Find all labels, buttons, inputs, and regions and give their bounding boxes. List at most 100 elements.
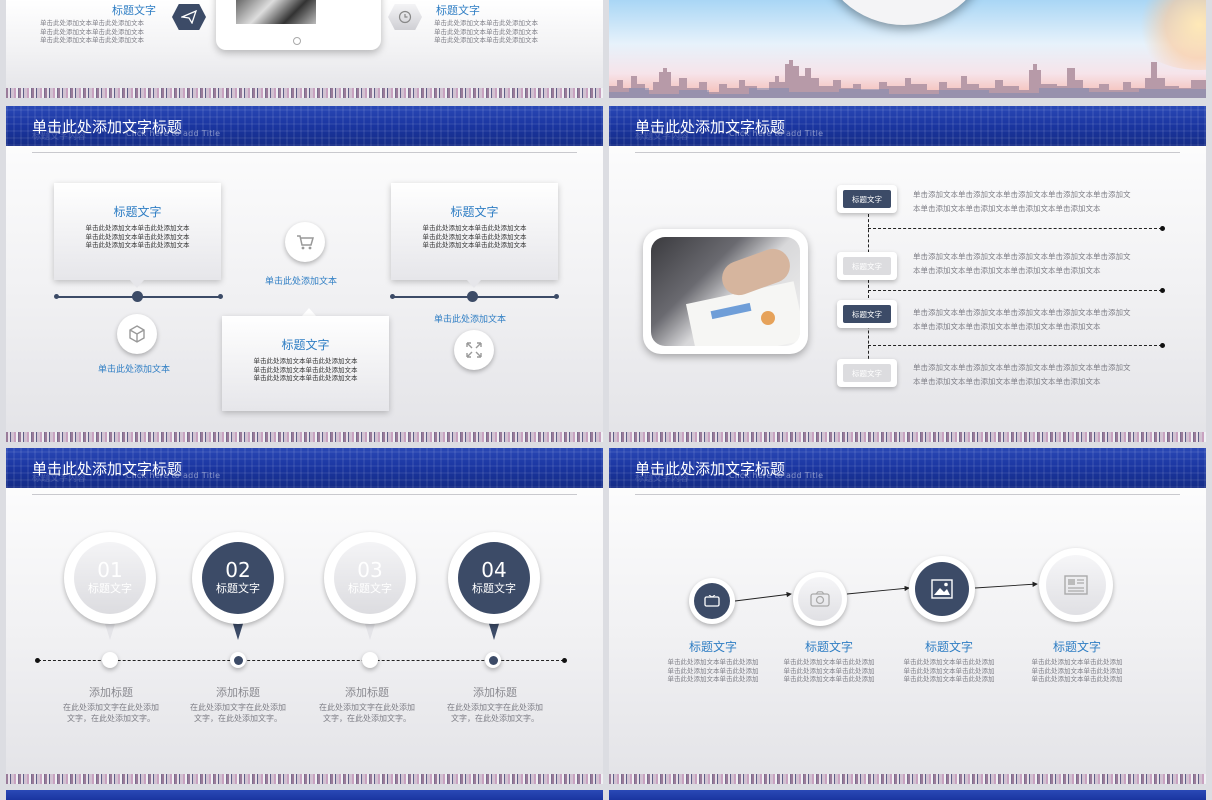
tablet-screen bbox=[236, 0, 316, 24]
city-strip bbox=[609, 774, 1206, 784]
line-end-dot bbox=[218, 294, 223, 299]
icon-label: 单击此处添加文本 bbox=[265, 277, 338, 287]
tablet-home-button bbox=[293, 37, 301, 45]
callout-card-1[interactable]: 标题文字 单击此处添加文本单击此处添加文本 单击此处添加文本单击此处添加文本 单… bbox=[54, 183, 221, 280]
pin-inner: 03 标题文字 bbox=[334, 542, 406, 614]
process-node-1[interactable] bbox=[689, 578, 735, 624]
icon-label: 单击此处添加文本 bbox=[434, 315, 507, 325]
process-title: 标题文字 bbox=[1052, 640, 1101, 654]
card-text: 单击此处添加文本单击此处添加文本 单击此处添加文本单击此处添加文本 单击此处添加… bbox=[85, 224, 190, 249]
step-head: 添加标题 bbox=[345, 686, 389, 699]
pin-2[interactable]: 02 标题文字 bbox=[192, 532, 284, 644]
slide-subtitle: Click here to add Title bbox=[126, 129, 221, 138]
city-strip bbox=[6, 774, 603, 784]
cube-icon bbox=[117, 314, 157, 354]
line-end-dot bbox=[35, 658, 40, 663]
business-photo bbox=[651, 237, 800, 346]
callout-pointer bbox=[467, 280, 481, 288]
step-caption-3: 添加标题 在此处添加文字在此处添加 文字，在此处添加文字。 bbox=[312, 684, 422, 724]
photo-frame bbox=[643, 229, 808, 354]
camera-icon bbox=[798, 577, 842, 621]
step-desc: 在此处添加文字在此处添加 文字，在此处添加文字。 bbox=[319, 703, 415, 723]
list-chip-3[interactable]: 标题文字 bbox=[837, 300, 897, 328]
process-node-3[interactable] bbox=[909, 556, 975, 622]
list-chip-4[interactable]: 标题文字 bbox=[837, 359, 897, 387]
callout-card-3[interactable]: 标题文字 单击此处添加文本单击此处添加文本 单击此处添加文本单击此处添加文本 单… bbox=[391, 183, 558, 280]
slide-top-right[interactable] bbox=[609, 0, 1206, 98]
slide-subtitle: Click here to add Title bbox=[126, 471, 221, 480]
connector-dot bbox=[1160, 226, 1165, 231]
slide-top-left[interactable]: 标题文字 单击此处添加文本单击此处添加文本 单击此处添加文本单击此处添加文本 单… bbox=[6, 0, 603, 98]
baseline-node-core bbox=[233, 655, 243, 665]
process-caption-4: 标题文字 单击此处添加文本单击此处添加 单击此处添加文本单击此处添加 单击此处添… bbox=[1019, 638, 1135, 684]
timeline-node bbox=[467, 291, 478, 302]
line-end-dot bbox=[554, 294, 559, 299]
list-chip-2[interactable]: 标题文字 bbox=[837, 252, 897, 280]
baseline-node bbox=[230, 652, 246, 668]
pin-label: 标题文字 bbox=[216, 582, 260, 595]
process-caption-3: 标题文字 单击此处添加文本单击此处添加 单击此处添加文本单击此处添加 单击此处添… bbox=[891, 638, 1007, 684]
pin-number: 03 bbox=[357, 558, 383, 582]
pin-number: 02 bbox=[225, 558, 251, 582]
pin-inner: 02 标题文字 bbox=[202, 542, 274, 614]
slide-subtitle: Click here to add Title bbox=[729, 129, 824, 138]
process-text: 单击此处添加文本单击此处添加 单击此处添加文本单击此处添加 单击此处添加文本单击… bbox=[783, 658, 875, 683]
step-desc: 在此处添加文字在此处添加 文字，在此处添加文字。 bbox=[447, 703, 543, 723]
pin-4[interactable]: 04 标题文字 bbox=[448, 532, 540, 644]
line-end-dot bbox=[390, 294, 395, 299]
card-text: 单击此处添加文本单击此处添加文本 单击此处添加文本单击此处添加文本 单击此处添加… bbox=[422, 224, 527, 249]
line-end-dot bbox=[562, 658, 567, 663]
photo-chart-orange bbox=[761, 311, 775, 325]
newspaper-icon bbox=[1046, 555, 1106, 615]
card-title: 标题文字 bbox=[450, 205, 499, 219]
baseline-node bbox=[485, 652, 501, 668]
right-title: 标题文字 bbox=[436, 4, 480, 17]
pin-1[interactable]: 01 标题文字 bbox=[64, 532, 156, 644]
city-strip bbox=[6, 88, 603, 98]
baseline-node bbox=[102, 652, 118, 668]
baseline-node-core bbox=[488, 655, 498, 665]
pin-label: 标题文字 bbox=[348, 582, 392, 595]
list-text: 单击添加文本单击添加文本单击添加文本单击添加文本单击添加文 本单击添加文本单击添… bbox=[913, 363, 1131, 386]
process-caption-2: 标题文字 单击此处添加文本单击此处添加 单击此处添加文本单击此处添加 单击此处添… bbox=[771, 638, 887, 684]
step-caption-1: 添加标题 在此处添加文字在此处添加 文字，在此处添加文字。 bbox=[56, 684, 166, 724]
slide-ghost-title: 标题文字内容 bbox=[32, 474, 87, 484]
connector-dot bbox=[1160, 288, 1165, 293]
callout-pointer bbox=[302, 308, 316, 316]
step-caption-2: 添加标题 在此处添加文字在此处添加 文字，在此处添加文字。 bbox=[183, 684, 293, 724]
process-text: 单击此处添加文本单击此处添加 单击此处添加文本单击此处添加 单击此处添加文本单击… bbox=[667, 658, 759, 683]
tablet-frame bbox=[216, 0, 381, 50]
process-title: 标题文字 bbox=[804, 640, 853, 654]
process-node-4[interactable] bbox=[1039, 548, 1113, 622]
city-strip bbox=[6, 432, 603, 442]
connector-line bbox=[868, 214, 869, 374]
cover-circle bbox=[819, 0, 989, 25]
left-title: 标题文字 bbox=[112, 4, 156, 17]
step-head: 添加标题 bbox=[216, 686, 260, 699]
process-caption-1: 标题文字 单击此处添加文本单击此处添加 单击此处添加文本单击此处添加 单击此处添… bbox=[655, 638, 771, 684]
left-text: 单击此处添加文本单击此处添加文本 单击此处添加文本单击此处添加文本 单击此处添加… bbox=[40, 19, 144, 44]
slide-callouts[interactable]: 单击此处添加文字标题 标题文字内容 Click here to add Titl… bbox=[6, 106, 603, 442]
connector-h bbox=[868, 290, 1162, 291]
callout-pointer bbox=[130, 280, 144, 288]
expand-icon bbox=[454, 330, 494, 370]
paper-plane-icon bbox=[172, 4, 206, 30]
slide-process[interactable]: 单击此处添加文字标题 标题文字内容 Click here to add Titl… bbox=[609, 448, 1206, 784]
pin-label: 标题文字 bbox=[88, 582, 132, 595]
pin-label: 标题文字 bbox=[472, 582, 516, 595]
pin-3[interactable]: 03 标题文字 bbox=[324, 532, 416, 644]
list-chip-1[interactable]: 标题文字 bbox=[837, 185, 897, 213]
list-text: 单击添加文本单击添加文本单击添加文本单击添加文本单击添加文 本单击添加文本单击添… bbox=[913, 252, 1131, 275]
card-title: 标题文字 bbox=[113, 205, 162, 219]
step-caption-4: 添加标题 在此处添加文字在此处添加 文字，在此处添加文字。 bbox=[440, 684, 550, 724]
title-rule bbox=[635, 152, 1180, 153]
city-skyline bbox=[609, 60, 1206, 98]
slide-photo-list[interactable]: 单击此处添加文字标题 标题文字内容 Click here to add Titl… bbox=[609, 106, 1206, 442]
picture-icon bbox=[915, 562, 969, 616]
callout-card-2[interactable]: 标题文字 单击此处添加文本单击此处添加文本 单击此处添加文本单击此处添加文本 单… bbox=[222, 316, 389, 411]
process-node-2[interactable] bbox=[793, 572, 847, 626]
pin-inner: 01 标题文字 bbox=[74, 542, 146, 614]
connector-dot bbox=[1160, 343, 1165, 348]
step-head: 添加标题 bbox=[89, 686, 133, 699]
slide-pins[interactable]: 单击此处添加文字标题 标题文字内容 Click here to add Titl… bbox=[6, 448, 603, 784]
